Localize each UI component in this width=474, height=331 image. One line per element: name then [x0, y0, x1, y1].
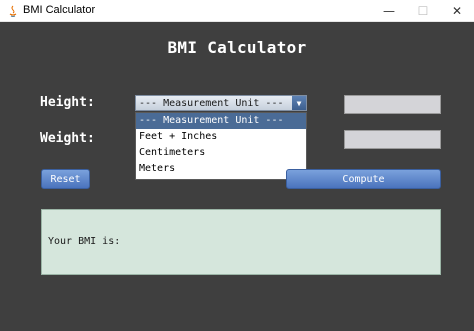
bmi-calculator-window: BMI Calculator — ☐ ✕ BMI Calculator Heig… — [0, 0, 474, 331]
minimize-button[interactable]: — — [372, 0, 406, 22]
compute-button[interactable]: Compute — [286, 169, 441, 189]
dropdown-option-centimeters[interactable]: Centimeters — [136, 145, 306, 161]
measurement-unit-dropdown: --- Measurement Unit --- Feet + Inches C… — [135, 112, 307, 180]
window-title: BMI Calculator — [23, 4, 96, 16]
height-label: Height: — [40, 95, 95, 110]
measurement-unit-select[interactable]: --- Measurement Unit --- ▼ — [135, 95, 307, 111]
title-bar: BMI Calculator — ☐ ✕ — [0, 0, 474, 22]
dropdown-option-feet-inches[interactable]: Feet + Inches — [136, 129, 306, 145]
reset-button[interactable]: Reset — [41, 169, 90, 189]
chevron-down-icon[interactable]: ▼ — [292, 96, 306, 110]
page-title: BMI Calculator — [167, 38, 307, 57]
dropdown-option-meters[interactable]: Meters — [136, 161, 306, 177]
weight-label: Weight: — [40, 131, 95, 146]
height-input[interactable] — [344, 95, 441, 114]
maximize-button[interactable]: ☐ — [406, 0, 440, 22]
close-button[interactable]: ✕ — [440, 0, 474, 22]
result-panel: Your BMI is: — [41, 209, 441, 275]
dropdown-option-placeholder[interactable]: --- Measurement Unit --- — [136, 113, 306, 129]
measurement-unit-selected: --- Measurement Unit --- — [139, 98, 284, 109]
weight-input[interactable] — [344, 130, 441, 149]
java-app-icon — [6, 4, 20, 18]
bmi-result-label: Your BMI is: — [48, 236, 121, 247]
